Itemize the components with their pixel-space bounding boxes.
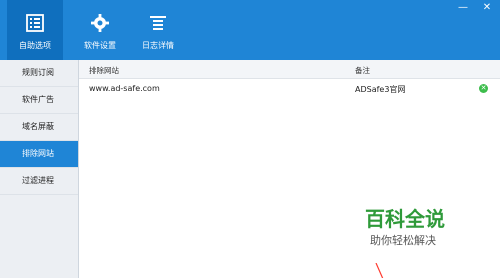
window-controls: — ✕ <box>456 2 494 14</box>
toolbar-label: 自助选项 <box>19 41 51 50</box>
note-cell: ADSafe3官网 <box>355 85 406 94</box>
main-panel: 排除网站 备注 www.ad-safe.com ADSafe3官网 ✕ <box>79 60 500 278</box>
table-row[interactable]: www.ad-safe.com ADSafe3官网 ✕ <box>79 80 500 98</box>
toolbar-label: 软件设置 <box>84 41 116 50</box>
toolbar-item-settings[interactable]: 软件设置 <box>72 0 128 60</box>
sidebar-item-rule-subscription[interactable]: 规则订阅 <box>0 60 78 87</box>
table-header: 排除网站 备注 <box>79 60 500 79</box>
column-header-note: 备注 <box>355 66 370 75</box>
top-toolbar: — ✕ 自助选项 软件设置 日志详情 <box>0 0 500 60</box>
column-header-site: 排除网站 <box>89 66 119 75</box>
checklist-icon <box>26 14 44 32</box>
app-window: — ✕ 自助选项 软件设置 日志详情 规则订阅 软件广告 域名屏蔽 排除网站 过… <box>0 0 500 278</box>
sidebar-item-excluded-sites[interactable]: 排除网站 <box>0 141 78 168</box>
sidebar-item-software-ads[interactable]: 软件广告 <box>0 87 78 114</box>
close-button[interactable]: ✕ <box>480 2 494 14</box>
toolbar-label: 日志详情 <box>142 41 174 50</box>
minimize-button[interactable]: — <box>456 2 470 14</box>
sidebar-item-filter-process[interactable]: 过滤进程 <box>0 168 78 195</box>
watermark-subtitle: 助你轻松解决 <box>370 234 436 247</box>
gear-icon <box>91 14 109 32</box>
list-icon <box>150 16 166 30</box>
remove-icon[interactable]: ✕ <box>479 84 488 93</box>
toolbar-item-self-help[interactable]: 自助选项 <box>7 0 63 60</box>
watermark-title: 百科全说 <box>365 207 445 231</box>
sidebar: 规则订阅 软件广告 域名屏蔽 排除网站 过滤进程 <box>0 60 79 278</box>
site-cell: www.ad-safe.com <box>89 84 160 93</box>
toolbar-item-log[interactable]: 日志详情 <box>130 0 186 60</box>
cursor-icon <box>375 263 384 278</box>
sidebar-item-domain-block[interactable]: 域名屏蔽 <box>0 114 78 141</box>
